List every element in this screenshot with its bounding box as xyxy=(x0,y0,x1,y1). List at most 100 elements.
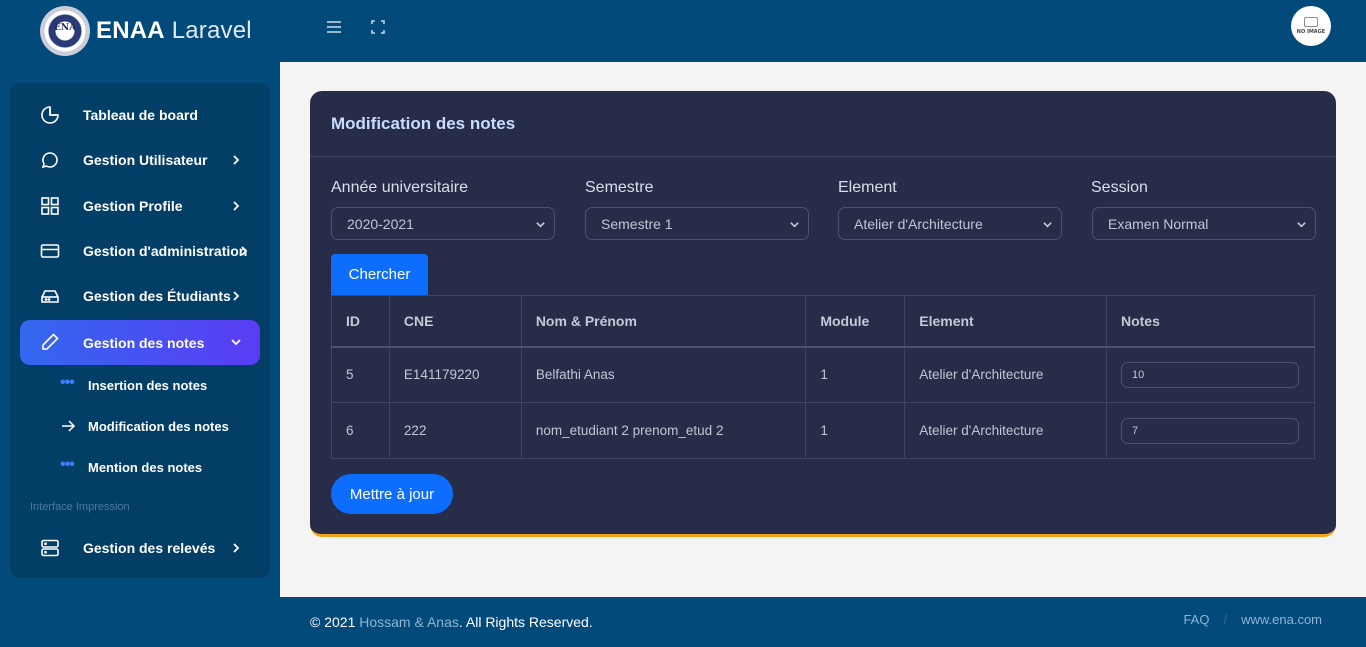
faq-link[interactable]: FAQ xyxy=(1183,612,1209,627)
sidebar-item-notes[interactable]: Gestion des notes xyxy=(20,320,260,365)
server-icon xyxy=(41,539,59,557)
link-separator: / xyxy=(1223,612,1228,627)
cell-name: nom_etudiant 2 prenom_etud 2 xyxy=(520,402,807,459)
copyright-suffix: . All Rights Reserved. xyxy=(458,614,593,630)
sidebar: Tableau de board Gestion Utilisateur Ges… xyxy=(10,83,270,578)
sidebar-subitem-insertion[interactable]: ••• Insertion des notes xyxy=(60,370,260,400)
avatar-placeholder-text: NO IMAGE xyxy=(1296,29,1326,35)
main-content: Modification des notes Année universitai… xyxy=(280,62,1366,597)
note-input[interactable]: 10 xyxy=(1120,361,1299,388)
user-avatar[interactable]: NO IMAGE xyxy=(1291,6,1331,46)
cell-note: 7 xyxy=(1105,402,1316,459)
filter-label-element: Element xyxy=(838,179,897,196)
chevron-down-icon xyxy=(790,222,799,228)
sidebar-item-releves[interactable]: Gestion des relevés xyxy=(20,528,260,568)
cell-id: 5 xyxy=(331,346,390,403)
cell-element: Atelier d'Architecture xyxy=(904,402,1107,459)
chevron-down-icon xyxy=(1043,222,1052,228)
filter-label-session: Session xyxy=(1091,179,1148,196)
pie-chart-icon xyxy=(41,106,59,124)
sidebar-item-administration[interactable]: Gestion d'administration xyxy=(20,231,260,271)
arrow-right-icon xyxy=(62,420,76,432)
chevron-down-icon xyxy=(231,339,241,346)
chevron-right-icon xyxy=(233,201,240,211)
sidebar-item-profile[interactable]: Gestion Profile xyxy=(20,186,260,226)
authors-link[interactable]: Hossam & Anas xyxy=(359,614,459,630)
brand-title-light: Laravel xyxy=(171,17,252,44)
divider xyxy=(310,156,1336,157)
cell-cne: E141179220 xyxy=(388,346,522,403)
sidebar-subitem-mention[interactable]: ••• Mention des notes xyxy=(60,452,260,482)
column-header: Notes xyxy=(1105,295,1316,348)
table-header-row: ID CNE Nom & Prénom Module Element Notes xyxy=(331,295,1316,348)
table-row: 6 222 nom_etudiant 2 prenom_etud 2 1 Ate… xyxy=(331,402,1316,459)
select-value: Atelier d'Architecture xyxy=(854,215,983,232)
cell-module: 1 xyxy=(805,346,906,403)
sidebar-item-label: Tableau de board xyxy=(83,107,198,123)
chevron-right-icon xyxy=(233,291,240,301)
update-button[interactable]: Mettre à jour xyxy=(331,474,453,514)
select-value: 2020-2021 xyxy=(347,215,414,232)
brand-title-bold: ENAA xyxy=(96,17,165,44)
chat-bubble-icon xyxy=(41,152,58,169)
top-header: ENA ENAA Laravel NO IMAGE xyxy=(0,0,1366,62)
select-value: Semestre 1 xyxy=(601,215,673,232)
column-header: CNE xyxy=(388,295,522,348)
sidebar-item-label: Gestion Utilisateur xyxy=(83,152,208,168)
sidebar-subitem-label: Insertion des notes xyxy=(88,377,208,393)
dots-icon: ••• xyxy=(60,374,75,391)
footer-links: FAQ / www.ena.com xyxy=(1183,612,1322,627)
sidebar-item-label: Gestion des notes xyxy=(83,334,205,351)
pencil-icon xyxy=(42,333,59,350)
sidebar-item-label: Gestion Profile xyxy=(83,198,183,214)
cell-note: 10 xyxy=(1105,346,1316,403)
sidebar-item-dashboard[interactable]: Tableau de board xyxy=(20,95,260,135)
select-semester[interactable]: Semestre 1 xyxy=(585,207,809,240)
column-header: Element xyxy=(904,295,1107,348)
cell-name: Belfathi Anas xyxy=(520,346,807,403)
dots-icon: ••• xyxy=(60,456,75,473)
sidebar-item-students[interactable]: Gestion des Étudiants xyxy=(20,276,260,316)
page-title: Modification des notes xyxy=(331,114,516,133)
cell-cne: 222 xyxy=(388,402,522,459)
website-link[interactable]: www.ena.com xyxy=(1241,612,1322,627)
cell-module: 1 xyxy=(805,402,906,459)
select-year[interactable]: 2020-2021 xyxy=(331,207,555,240)
copyright: © 2021 Hossam & Anas. All Rights Reserve… xyxy=(310,614,593,630)
table-row: 5 E141179220 Belfathi Anas 1 Atelier d'A… xyxy=(331,346,1316,403)
select-element[interactable]: Atelier d'Architecture xyxy=(838,207,1062,240)
notes-table: ID CNE Nom & Prénom Module Element Notes… xyxy=(331,295,1316,459)
column-header: Nom & Prénom xyxy=(520,295,807,348)
sidebar-section-title: Interface Impression xyxy=(30,501,130,513)
brand-title: ENAA Laravel xyxy=(96,17,252,45)
cell-id: 6 xyxy=(331,402,390,459)
logo: ENA xyxy=(40,6,90,56)
chevron-right-icon xyxy=(241,246,248,256)
select-session[interactable]: Examen Normal xyxy=(1092,207,1316,240)
sidebar-subitem-modification[interactable]: Modification des notes xyxy=(60,411,260,441)
chevron-down-icon xyxy=(536,222,545,228)
note-input[interactable]: 7 xyxy=(1120,417,1299,444)
menu-icon[interactable] xyxy=(324,17,344,37)
chevron-right-icon xyxy=(233,543,240,553)
hard-drive-icon xyxy=(41,290,59,303)
logo-text: ENA xyxy=(54,23,77,33)
credit-card-icon xyxy=(40,244,60,258)
footer: © 2021 Hossam & Anas. All Rights Reserve… xyxy=(280,597,1366,647)
brand[interactable]: ENA ENAA Laravel xyxy=(40,6,252,56)
sidebar-subitem-label: Mention des notes xyxy=(88,459,203,475)
filter-label-year: Année universitaire xyxy=(331,179,468,196)
sidebar-subitem-label: Modification des notes xyxy=(88,418,229,434)
sidebar-item-label: Gestion d'administration xyxy=(83,243,248,259)
cell-element: Atelier d'Architecture xyxy=(904,346,1107,403)
sidebar-item-users[interactable]: Gestion Utilisateur xyxy=(20,140,260,180)
sidebar-item-label: Gestion des relevés xyxy=(83,540,216,556)
chevron-down-icon xyxy=(1297,222,1306,228)
column-header: ID xyxy=(331,295,390,348)
notes-card: Modification des notes Année universitai… xyxy=(310,91,1336,537)
search-button[interactable]: Chercher xyxy=(331,254,428,295)
copyright-prefix: © 2021 xyxy=(310,614,360,630)
fullscreen-icon[interactable] xyxy=(368,17,388,37)
sidebar-item-label: Gestion des Étudiants xyxy=(83,288,231,304)
column-header: Module xyxy=(805,295,906,348)
